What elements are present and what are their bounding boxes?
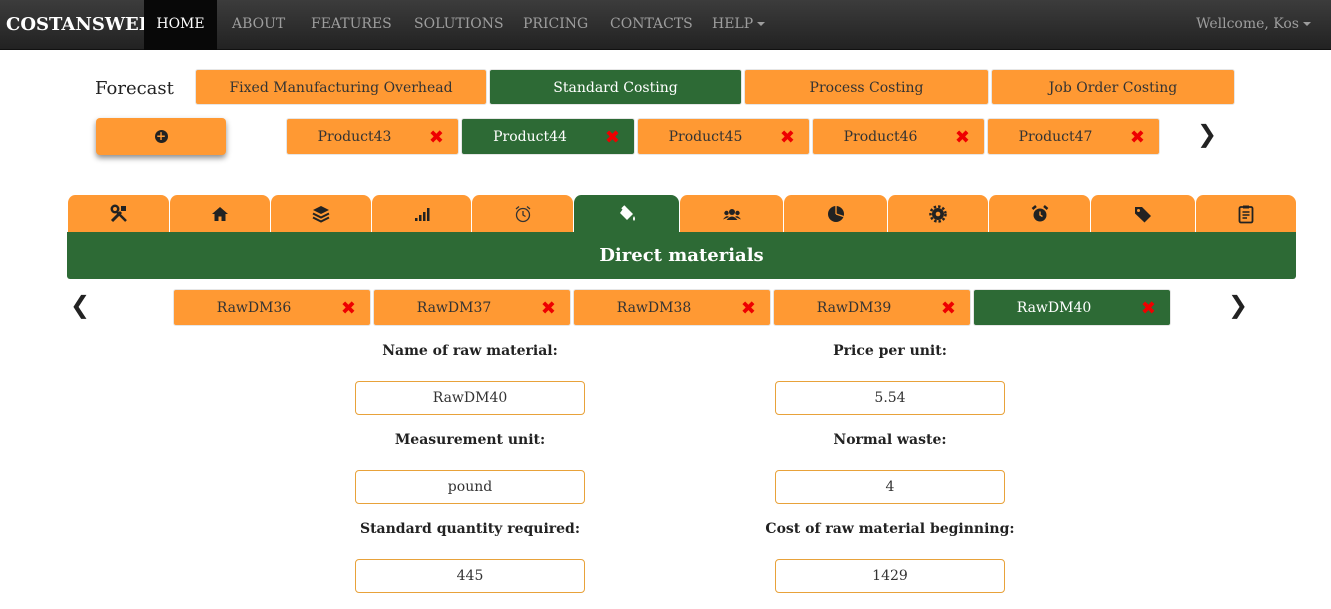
raw-material-tab[interactable]: RawDM39 ✖ — [773, 289, 971, 326]
prev-materials-arrow-icon[interactable]: ❮ — [70, 291, 90, 319]
clipboard-icon — [1238, 205, 1254, 224]
caret-down-icon — [1303, 22, 1311, 26]
tab-home[interactable] — [169, 195, 270, 233]
tab-paint[interactable] — [573, 195, 679, 233]
raw-material-tab[interactable]: RawDM37 ✖ — [373, 289, 571, 326]
raw-material-tab[interactable]: RawDM38 ✖ — [573, 289, 771, 326]
plus-circle-icon: + — [154, 129, 168, 143]
product-tab[interactable]: Product46 ✖ — [812, 118, 985, 155]
tab-tag[interactable] — [1090, 195, 1195, 233]
nav-solutions[interactable]: SOLUTIONS — [399, 0, 519, 50]
delete-icon[interactable]: ✖ — [541, 290, 556, 327]
tab-gear[interactable] — [887, 195, 988, 233]
raw-material-tab-active[interactable]: RawDM40 ✖ — [973, 289, 1171, 326]
tab-signal[interactable] — [371, 195, 471, 233]
product-label: Product45 — [668, 129, 743, 145]
unit-input[interactable] — [355, 470, 585, 504]
unit-label: Measurement unit: — [394, 432, 546, 448]
product-tab[interactable]: Product47 ✖ — [987, 118, 1160, 155]
name-input[interactable] — [355, 381, 585, 415]
brand-logo[interactable]: COSTANSWER — [6, 0, 154, 50]
user-menu[interactable]: Wellcome, Kos — [1196, 0, 1311, 50]
tag-icon — [1135, 207, 1151, 223]
delete-icon[interactable]: ✖ — [1141, 290, 1156, 327]
cost-label: Cost of raw material beginning: — [765, 521, 1015, 537]
forecast-label: Forecast — [95, 78, 174, 99]
price-label: Price per unit: — [833, 343, 947, 359]
welcome-text: Wellcome, Kos — [1196, 16, 1299, 32]
alarm-clock-icon — [1031, 205, 1048, 222]
tab-pie[interactable] — [783, 195, 887, 233]
delete-icon[interactable]: ✖ — [941, 290, 956, 327]
cost-input[interactable] — [775, 559, 1005, 593]
raw-material-label: RawDM38 — [616, 300, 692, 316]
price-input[interactable] — [775, 381, 1005, 415]
delete-icon[interactable]: ✖ — [1130, 119, 1145, 156]
tab-process-costing[interactable]: Process Costing — [744, 69, 989, 105]
product-label: Product47 — [1018, 129, 1093, 145]
caret-down-icon — [757, 22, 766, 26]
users-icon — [722, 209, 741, 220]
delete-icon[interactable]: ✖ — [780, 119, 795, 156]
product-label: Product44 — [493, 129, 567, 145]
section-title: Direct materials — [67, 232, 1296, 279]
tab-layers[interactable] — [270, 195, 371, 233]
add-product-button[interactable]: + — [96, 118, 226, 155]
product-tab-active[interactable]: Product44 ✖ — [461, 118, 635, 155]
delete-icon[interactable]: ✖ — [341, 290, 356, 327]
name-label: Name of raw material: — [382, 343, 558, 359]
tab-standard-costing[interactable]: Standard Costing — [489, 69, 742, 105]
quantity-input[interactable] — [355, 559, 585, 593]
product-tab[interactable]: Product45 ✖ — [637, 118, 810, 155]
raw-material-label: RawDM39 — [816, 300, 892, 316]
tools-icon — [110, 204, 127, 223]
nav-help[interactable]: HELP — [697, 0, 780, 50]
top-navbar: COSTANSWER HOME ABOUT FEATURES SOLUTIONS… — [0, 0, 1331, 50]
tab-users[interactable] — [679, 195, 783, 233]
tab-job-order-costing[interactable]: Job Order Costing — [991, 69, 1235, 105]
raw-material-label: RawDM37 — [416, 300, 492, 316]
raw-material-label: RawDM40 — [1016, 300, 1092, 316]
raw-material-tab[interactable]: RawDM36 ✖ — [173, 289, 371, 326]
raw-material-label: RawDM36 — [216, 300, 292, 316]
alarm-clock-outline-icon — [515, 206, 530, 223]
delete-icon[interactable]: ✖ — [741, 290, 756, 327]
tab-alarm-outline[interactable] — [471, 195, 573, 233]
nav-home[interactable]: HOME — [144, 0, 217, 50]
gear-icon — [929, 205, 947, 223]
product-label: Product46 — [843, 129, 918, 145]
delete-icon[interactable]: ✖ — [429, 119, 444, 156]
delete-icon[interactable]: ✖ — [955, 119, 970, 156]
delete-icon[interactable]: ✖ — [605, 119, 620, 156]
layers-icon — [312, 206, 330, 223]
product-tab[interactable]: Product43 ✖ — [286, 118, 459, 155]
nav-about[interactable]: ABOUT — [217, 0, 300, 50]
next-materials-arrow-icon[interactable]: ❯ — [1228, 291, 1248, 319]
waste-label: Normal waste: — [833, 432, 947, 448]
nav-pricing[interactable]: PRICING — [508, 0, 603, 50]
quantity-label: Standard quantity required: — [359, 521, 580, 537]
paint-bucket-icon — [619, 205, 635, 221]
nav-help-label: HELP — [712, 16, 754, 32]
pie-chart-icon — [827, 206, 844, 222]
tab-clipboard[interactable] — [1195, 195, 1296, 233]
nav-features[interactable]: FEATURES — [296, 0, 407, 50]
tab-alarm[interactable] — [988, 195, 1090, 233]
product-label: Product43 — [317, 129, 392, 145]
home-icon — [212, 207, 228, 221]
signal-bars-icon — [414, 208, 429, 221]
waste-input[interactable] — [775, 470, 1005, 504]
tab-fixed-manufacturing-overhead[interactable]: Fixed Manufacturing Overhead — [195, 69, 487, 105]
next-products-arrow-icon[interactable]: ❯ — [1197, 120, 1217, 148]
nav-contacts[interactable]: CONTACTS — [595, 0, 708, 50]
tab-tools[interactable] — [67, 195, 169, 233]
